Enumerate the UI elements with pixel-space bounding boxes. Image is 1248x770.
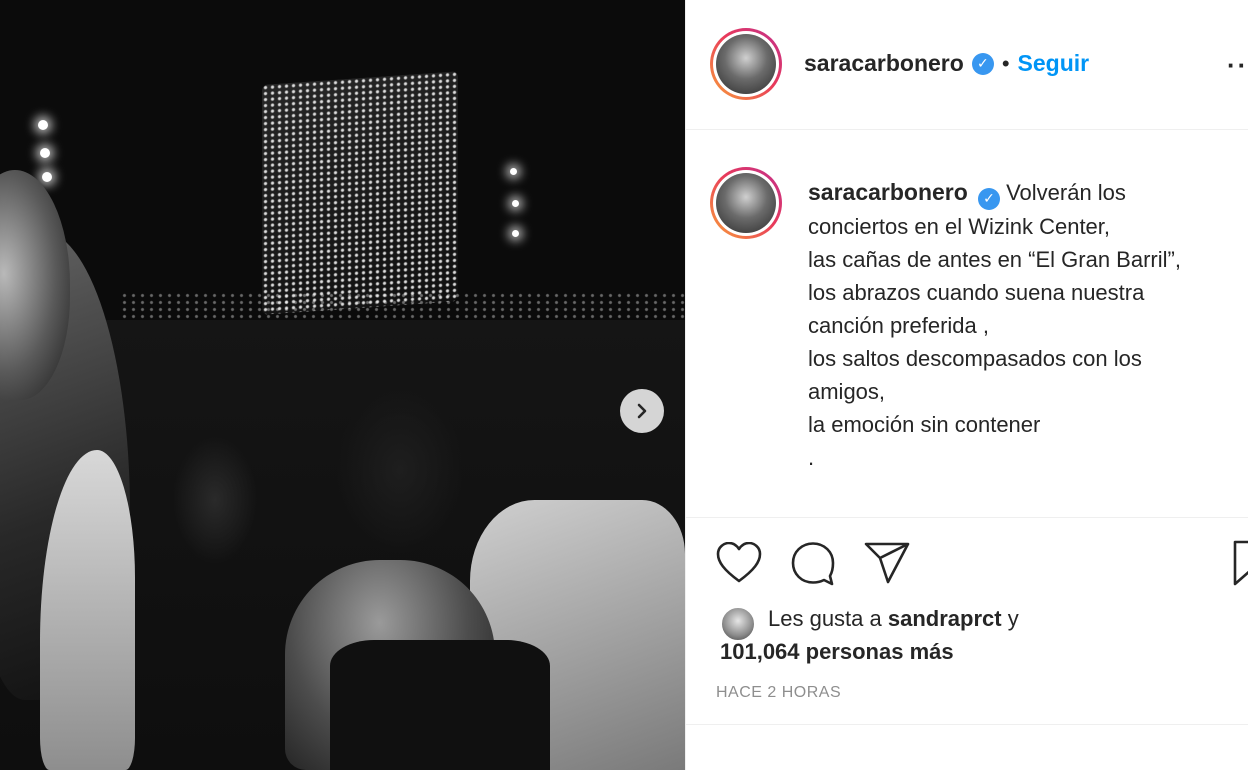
post-photo: [0, 0, 685, 770]
caption-line: conciertos en el Wizink Center,: [808, 213, 1111, 239]
lit-building: [262, 71, 458, 315]
light: [512, 230, 519, 237]
avatar[interactable]: [710, 28, 782, 100]
caption-line: las cañas de antes en “El Gran Barril”,: [808, 246, 1181, 272]
share-button[interactable]: [864, 540, 910, 586]
light: [42, 172, 52, 182]
separator: •: [1001, 50, 1010, 76]
next-photo-button[interactable]: [620, 389, 664, 433]
caption-line: los saltos descompasados con los: [808, 345, 1142, 371]
save-button[interactable]: [1231, 540, 1248, 586]
comment-icon: [791, 542, 835, 586]
post-timestamp[interactable]: HACE 2 HORAS: [716, 684, 841, 702]
post-header: saracarbonero ✓ • Seguir ···: [686, 0, 1248, 130]
heart-icon: [716, 542, 762, 583]
like-button[interactable]: [716, 540, 762, 586]
person-dress: [330, 640, 550, 770]
caption-line: canción preferida ,: [808, 312, 989, 338]
verified-badge-icon: ✓: [977, 187, 1000, 210]
caption-line: .: [808, 444, 815, 470]
caption: saracarbonero ✓ Volverán los conciertos …: [808, 176, 1238, 474]
liker-avatar[interactable]: [720, 606, 756, 642]
share-icon: [864, 542, 910, 584]
username[interactable]: saracarbonero: [804, 50, 964, 77]
comment-button[interactable]: [790, 540, 836, 586]
light: [38, 120, 48, 130]
verified-badge-icon: ✓: [971, 52, 994, 75]
chevron-right-icon: [637, 403, 647, 419]
more-options-button[interactable]: ···: [1227, 50, 1248, 81]
likes-conj: y: [1007, 606, 1019, 631]
caption-line: los abrazos cuando suena nuestra: [808, 279, 1145, 305]
caption-line: Volverán los: [1006, 180, 1126, 205]
likes-prefix: Les gusta a: [768, 606, 882, 631]
follow-button[interactable]: Seguir: [1018, 50, 1090, 77]
liker-username[interactable]: sandraprct: [888, 606, 1002, 631]
light: [510, 168, 517, 175]
light: [512, 200, 519, 207]
caption-line: la emoción sin contener: [808, 411, 1041, 437]
likes-summary: Les gusta a sandraprct y 101,064 persona…: [720, 602, 1019, 668]
caption-avatar[interactable]: [710, 167, 782, 239]
likes-count[interactable]: 101,064 personas más: [720, 635, 1019, 668]
caption-line: amigos,: [808, 378, 886, 404]
caption-username[interactable]: saracarbonero: [808, 179, 968, 205]
caption-area: saracarbonero ✓ Volverán los conciertos …: [686, 130, 1248, 518]
bookmark-icon: [1233, 540, 1248, 586]
action-bar: [716, 540, 910, 586]
comment-bar: [686, 724, 1248, 770]
light: [40, 148, 50, 158]
post-side-panel: saracarbonero ✓ • Seguir ··· saracarbone…: [685, 0, 1248, 770]
